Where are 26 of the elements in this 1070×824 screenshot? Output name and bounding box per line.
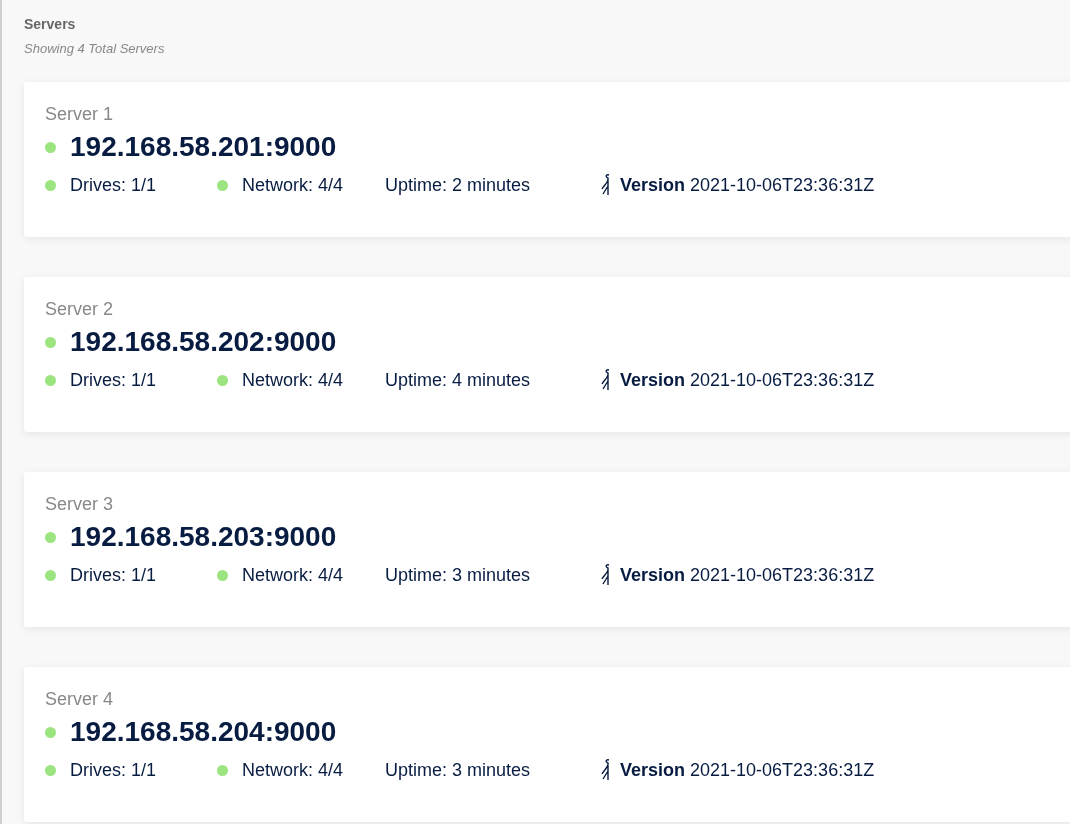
network-status: Network: 4/4: [242, 369, 344, 391]
network-status: Network: 4/4: [242, 174, 344, 196]
drives-status: Drives: 1/1: [70, 564, 157, 586]
uptime: Uptime: 2 minutes: [385, 174, 531, 196]
server-address: 192.168.58.202:9000: [70, 326, 337, 358]
drives-status: Drives: 1/1: [70, 174, 157, 196]
network-status: Network: 4/4: [242, 759, 344, 781]
server-address: 192.168.58.204:9000: [70, 716, 337, 748]
version: Version 2021-10-06T23:36:31Z: [620, 369, 875, 391]
server-address: 192.168.58.203:9000: [70, 521, 337, 553]
page-title: Servers: [24, 16, 77, 32]
network-status: Network: 4/4: [242, 564, 344, 586]
server-address: 192.168.58.201:9000: [70, 131, 337, 163]
server-name: Server 2: [45, 299, 115, 320]
server-name: Server 4: [45, 689, 115, 710]
uptime: Uptime: 4 minutes: [385, 369, 531, 391]
version: Version 2021-10-06T23:36:31Z: [620, 759, 875, 781]
server-name: Server 1: [45, 104, 115, 125]
drives-status: Drives: 1/1: [70, 759, 157, 781]
version: Version 2021-10-06T23:36:31Z: [620, 564, 875, 586]
uptime: Uptime: 3 minutes: [385, 759, 531, 781]
version: Version 2021-10-06T23:36:31Z: [620, 174, 875, 196]
uptime: Uptime: 3 minutes: [385, 564, 531, 586]
drives-status: Drives: 1/1: [70, 369, 157, 391]
server-name: Server 3: [45, 494, 115, 515]
server-count: Showing 4 Total Servers: [24, 41, 166, 56]
